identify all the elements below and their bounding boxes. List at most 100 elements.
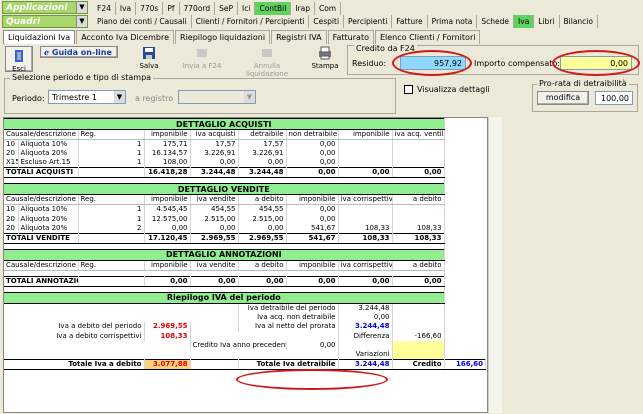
annulla-label: Annulla liquidazione <box>245 62 289 78</box>
riepilogo-total-row: Totale Iva a debito 3.077,88 Totale Iva de… <box>4 359 487 371</box>
quadri-combo[interactable]: Quadri ▼ <box>2 15 88 28</box>
column-header: Causale/descrizione <box>4 260 79 271</box>
module-tab[interactable]: 770s <box>136 2 164 15</box>
modifica-button[interactable]: modifica <box>537 91 589 105</box>
table-cell <box>392 322 445 332</box>
chevron-down-icon: ▼ <box>114 91 125 103</box>
column-header: Reg. <box>78 260 145 271</box>
total-label: TOTALI ACQUISTI <box>4 167 79 179</box>
subtab[interactable]: Registri IVA <box>271 30 327 44</box>
column-header: a debito <box>238 194 287 206</box>
table-cell: 1 <box>78 139 145 149</box>
chevron-down-icon: ▼ <box>76 2 87 13</box>
table-cell: 0,00 <box>286 214 339 224</box>
section-tabs: Piano dei conti / Causali Clienti / Forni… <box>93 15 598 28</box>
table-cell: 2.515,00 <box>190 214 239 224</box>
visualizza-checkbox[interactable] <box>404 85 413 94</box>
total-row: TOTALI ANNOTAZIONI0,000,000,000,000,000,… <box>4 275 486 287</box>
table-cell: 0,00 <box>286 158 339 168</box>
column-header: imponibile <box>144 260 191 271</box>
section-tab[interactable]: Schede <box>477 15 515 28</box>
module-tab[interactable]: Ici <box>238 2 256 15</box>
table-cell <box>4 312 239 323</box>
salva-button[interactable]: Salva <box>136 46 162 70</box>
table-cell: 17,57 <box>238 139 287 149</box>
module-tab[interactable]: Com <box>314 2 342 15</box>
subtab[interactable]: Acconto Iva Dicembre <box>76 30 175 44</box>
column-header: iva acq. ventilar <box>392 129 445 140</box>
module-tab[interactable]: F24 <box>93 2 116 15</box>
module-tab[interactable]: ContBil <box>255 2 292 15</box>
table-cell <box>338 214 393 224</box>
esci-button[interactable]: Esci <box>5 46 33 73</box>
esci-label: Esci <box>12 65 26 73</box>
subtab[interactable]: Liquidazioni Iva <box>3 30 76 44</box>
section-tab[interactable]: Iva <box>514 15 535 28</box>
credito-prec-input <box>392 340 445 351</box>
column-header: Causale/descrizione <box>4 194 79 206</box>
table-cell: 0,00 <box>238 158 287 168</box>
table-cell: 16.134,57 <box>144 149 191 159</box>
section-tab[interactable]: Libri <box>534 15 560 28</box>
printer-icon <box>319 46 331 60</box>
module-tab[interactable]: SeP <box>215 2 239 15</box>
module-tab[interactable]: Pf <box>163 2 180 15</box>
iva-detraibile-value: 3.244,48 <box>338 303 393 313</box>
column-header: Reg. <box>78 194 145 206</box>
column-header: iva vendite <box>190 260 239 271</box>
table-cell <box>338 139 393 149</box>
table-cell <box>392 149 445 159</box>
table-cell: 0,00 <box>190 223 239 234</box>
module-tabs: F24 Iva 770s Pf 770ord SeP Ici ContBil Irap Com <box>93 2 342 15</box>
section-tab[interactable]: Prima nota <box>427 15 478 28</box>
tot-debito-value: 3.077,88 <box>144 359 191 371</box>
periodo-select[interactable]: Trimestre 1 ▼ <box>48 90 126 104</box>
section-tab[interactable]: Piano dei conti / Causali <box>93 15 192 28</box>
vertical-scrollbar[interactable] <box>488 117 502 413</box>
exit-door-icon <box>15 50 23 62</box>
total-value: 0,00 <box>286 275 339 287</box>
section-title: DETTAGLIO ACQUISTI <box>4 118 445 130</box>
table-cell: 20 <box>4 149 19 159</box>
total-value: 108,33 <box>392 232 445 244</box>
applicazioni-combo[interactable]: Applicazioni ▼ <box>2 1 88 14</box>
total-label: TOTALI VENDITE <box>4 232 79 244</box>
table-cell: Aliquota 10% <box>18 139 79 149</box>
column-header: imponibile <box>338 129 393 140</box>
table-cell: Aliquota 10% <box>18 204 79 215</box>
credito-label: Credito <box>392 359 445 371</box>
table-cell: 4.545,45 <box>144 204 191 215</box>
column-header: iva corrispettivi <box>338 194 393 206</box>
column-header: Causale/descrizione <box>4 129 79 140</box>
table-cell: 2.515,00 <box>238 214 287 224</box>
subtab[interactable]: Fatturato <box>327 30 374 44</box>
section-tab[interactable]: Fatture <box>392 15 428 28</box>
section-tab[interactable]: Cespiti <box>309 15 345 28</box>
registro-select[interactable]: ▼ <box>178 90 256 104</box>
table-row: 20 Aliquota 20% 2 0,00 0,00 0,00 541,67 108,33 1… <box>4 223 486 234</box>
module-tab[interactable]: 770ord <box>179 2 216 15</box>
section-tab[interactable]: Bilancio <box>559 15 598 28</box>
table-cell: 0,00 <box>286 204 339 215</box>
variazioni-label: Variazioni <box>338 350 393 360</box>
annulla-liquidazione-button[interactable]: Annulla liquidazione <box>232 46 302 78</box>
table-cell: 454,55 <box>238 204 287 215</box>
module-tab[interactable]: Irap <box>291 2 315 15</box>
module-tab[interactable]: Iva <box>115 2 137 15</box>
section-tab[interactable]: Clienti / Fornitori / Percipienti <box>191 15 310 28</box>
total-value: 16.418,28 <box>144 167 191 179</box>
iva-corr-value: 108,33 <box>144 331 191 341</box>
table-cell <box>392 312 445 323</box>
stampa-button[interactable]: Stampa <box>308 46 342 70</box>
column-header: imponibile <box>286 194 339 206</box>
column-header: imponibile <box>286 260 339 271</box>
selezione-title: Selezione periodo e tipo di stampa <box>10 73 154 82</box>
section-tab[interactable]: Percipienti <box>344 15 393 28</box>
guida-online-button[interactable]: ℯ Guida on-line <box>40 46 118 58</box>
table-cell: 454,55 <box>190 204 239 215</box>
subtab[interactable]: Riepilogo liquidazioni <box>175 30 271 44</box>
invia-f24-button[interactable]: Invia a F24 <box>178 46 226 70</box>
save-disk-icon <box>143 47 155 59</box>
total-value <box>78 167 145 179</box>
subtab[interactable]: Elenco Clienti / Fornitori <box>374 30 481 44</box>
